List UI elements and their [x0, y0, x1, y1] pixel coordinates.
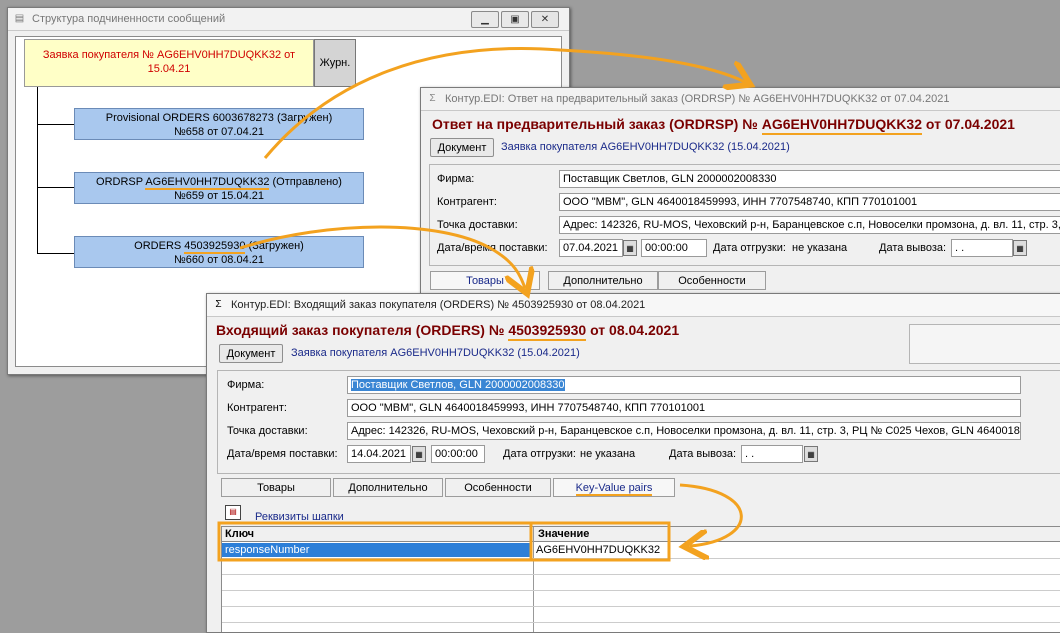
grid-row-line: [222, 574, 1060, 575]
ordrsp-datetime-label: Дата/время поставки:: [437, 242, 548, 254]
grid-header-row: [222, 527, 1060, 542]
grid-cell-value[interactable]: AG6EHV0HH7DUQKK32: [536, 543, 736, 557]
grid-row-line: [222, 590, 1060, 591]
ordrsp-time-field[interactable]: 00:00:00: [641, 239, 707, 257]
tree-root-node[interactable]: Заявка покупателя № AG6EHV0HH7DUQKK32 от…: [24, 39, 314, 87]
calendar-icon[interactable]: ▦: [412, 446, 426, 462]
minimize-button[interactable]: ▁: [471, 11, 499, 28]
orders-shipment-label: Дата отгрузки:: [503, 448, 576, 460]
header-attributes-link[interactable]: Реквизиты шапки: [255, 511, 344, 523]
sigma-icon: Σ: [429, 93, 436, 104]
maximize-button[interactable]: ▣: [501, 11, 529, 28]
app-icon: ▤: [14, 13, 25, 24]
orders-window-title: Контур.EDI: Входящий заказ покупателя (O…: [231, 299, 646, 311]
ordrsp-request-link[interactable]: Заявка покупателя AG6EHV0HH7DUQKK32 (15.…: [501, 141, 790, 153]
journal-button[interactable]: Журн.: [314, 39, 356, 87]
sigma-icon: Σ: [215, 299, 222, 310]
tree-connector: [37, 124, 75, 125]
calendar-icon[interactable]: ▦: [804, 446, 818, 462]
ordrsp-firm-label: Фирма:: [437, 173, 475, 185]
tree-node-orders[interactable]: ORDERS 4503925930 (Загружен) №660 от 08.…: [74, 236, 364, 268]
grid-row-line: [222, 622, 1060, 623]
ordrsp-window-title: Контур.EDI: Ответ на предварительный зак…: [445, 93, 950, 105]
orders-tab-key-value-pairs[interactable]: Key-Value pairs: [553, 478, 675, 497]
grid-header-key[interactable]: Ключ: [225, 528, 254, 540]
calendar-icon[interactable]: ▦: [623, 240, 637, 256]
orders-firm-field[interactable]: Поставщик Светлов, GLN 2000002008330: [347, 376, 1021, 394]
table-row[interactable]: responseNumber AG6EHV0HH7DUQKK32: [222, 543, 1060, 557]
orders-request-link[interactable]: Заявка покупателя AG6EHV0HH7DUQKK32 (15.…: [291, 347, 580, 359]
orders-delivery-label: Точка доставки:: [227, 425, 308, 437]
ordrsp-export-field[interactable]: . .: [951, 239, 1013, 257]
ordrsp-tab-features[interactable]: Особенности: [658, 271, 766, 290]
orders-heading: Входящий заказ покупателя (ORDERS) № 450…: [216, 322, 679, 341]
orders-export-field[interactable]: . .: [741, 445, 803, 463]
ordrsp-delivery-field[interactable]: Адрес: 142326, RU-MOS, Чеховский р-н, Ба…: [559, 216, 1060, 234]
ordrsp-shipment-label: Дата отгрузки:: [713, 242, 786, 254]
ordrsp-heading: Ответ на предварительный заказ (ORDRSP) …: [432, 116, 1015, 135]
ordrsp-tab-additional[interactable]: Дополнительно: [548, 271, 658, 290]
ordrsp-delivery-label: Точка доставки:: [437, 219, 518, 231]
tree-connector: [37, 253, 75, 254]
grid-row-line: [222, 558, 1060, 559]
orders-export-label: Дата вывоза:: [669, 448, 737, 460]
tree-window-titlebar[interactable]: ▤ Структура подчиненности сообщений ▁ ▣ …: [8, 8, 569, 31]
orders-date-field[interactable]: 14.04.2021: [347, 445, 411, 463]
orders-firm-label: Фирма:: [227, 379, 265, 391]
key-value-grid[interactable]: Ключ Значение responseNumber AG6EHV0HH7D…: [221, 526, 1060, 632]
ordrsp-export-label: Дата вывоза:: [879, 242, 947, 254]
orders-time-field[interactable]: 00:00:00: [431, 445, 485, 463]
orders-document-button[interactable]: Документ: [219, 344, 283, 363]
tree-node-ordrsp[interactable]: ORDRSP AG6EHV0HH7DUQKK32 (Отправлено) №6…: [74, 172, 364, 204]
close-button[interactable]: ✕: [531, 11, 559, 28]
orders-datetime-label: Дата/время поставки:: [227, 448, 338, 460]
orders-window: Σ Контур.EDI: Входящий заказ покупателя …: [206, 293, 1060, 633]
tree-connector: [37, 187, 75, 188]
ordrsp-window-titlebar[interactable]: Σ Контур.EDI: Ответ на предварительный з…: [421, 88, 1060, 111]
orders-tab-goods[interactable]: Товары: [221, 478, 331, 497]
tree-window-title: Структура подчиненности сообщений: [32, 13, 226, 25]
table-edit-icon[interactable]: ▤: [225, 505, 241, 520]
calendar-icon[interactable]: ▦: [1013, 240, 1027, 256]
orders-counterparty-label: Контрагент:: [227, 402, 287, 414]
orders-window-titlebar[interactable]: Σ Контур.EDI: Входящий заказ покупателя …: [207, 294, 1060, 317]
ordrsp-shipment-value: не указана: [792, 242, 848, 254]
grid-cell-key[interactable]: responseNumber: [222, 543, 532, 557]
ordrsp-date-field[interactable]: 07.04.2021: [559, 239, 623, 257]
grid-row-line: [222, 606, 1060, 607]
ordrsp-document-button[interactable]: Документ: [430, 138, 494, 157]
tree-node-provisional-orders[interactable]: Provisional ORDERS 6003678273 (Загружен)…: [74, 108, 364, 140]
orders-shipment-value: не указана: [580, 448, 636, 460]
tree-connector: [37, 87, 38, 254]
grid-header-value[interactable]: Значение: [538, 528, 589, 540]
orders-tab-features[interactable]: Особенности: [445, 478, 551, 497]
ordrsp-counterparty-label: Контрагент:: [437, 196, 497, 208]
orders-tab-additional[interactable]: Дополнительно: [333, 478, 443, 497]
ordrsp-tab-goods[interactable]: Товары: [430, 271, 540, 290]
orders-delivery-field[interactable]: Адрес: 142326, RU-MOS, Чеховский р-н, Ба…: [347, 422, 1021, 440]
orders-side-panel: [909, 324, 1060, 364]
ordrsp-window: Σ Контур.EDI: Ответ на предварительный з…: [420, 87, 1060, 317]
ordrsp-counterparty-field[interactable]: ООО "МВМ", GLN 4640018459993, ИНН 770754…: [559, 193, 1060, 211]
orders-counterparty-field[interactable]: ООО "МВМ", GLN 4640018459993, ИНН 770754…: [347, 399, 1021, 417]
ordrsp-firm-field[interactable]: Поставщик Светлов, GLN 2000002008330: [559, 170, 1060, 188]
